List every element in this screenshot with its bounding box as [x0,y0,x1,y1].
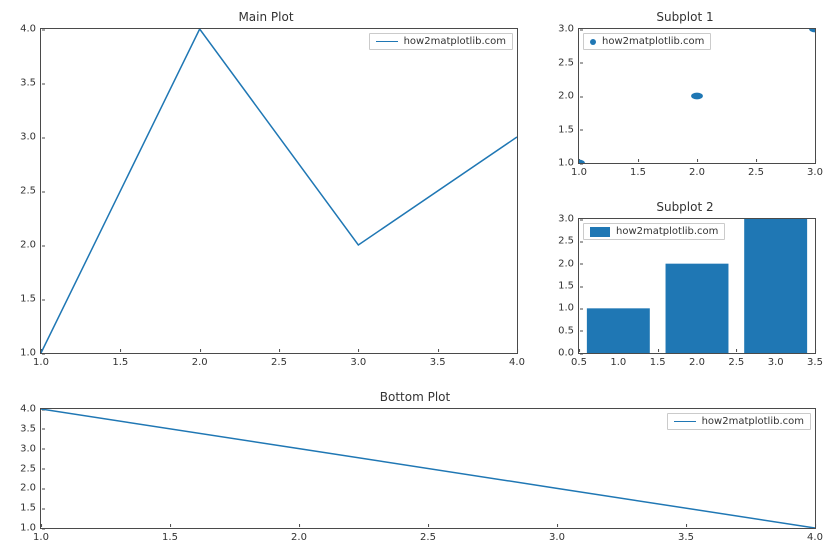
x-tick: 2.0 [689,163,705,178]
y-tick: 3.0 [558,214,579,225]
y-tick: 2.0 [558,91,579,102]
y-tick: 0.0 [558,348,579,359]
y-tick: 1.0 [20,523,41,534]
subplot2-area: how2matplotlib.com 0.51.01.52.02.53.03.5… [578,218,816,354]
y-tick: 3.0 [20,132,41,143]
subplot2-panel: Subplot 2 how2matplotlib.com 0.51.01.52.… [550,200,820,370]
x-tick: 3.5 [430,353,446,368]
x-tick: 2.5 [271,353,287,368]
x-tick: 3.0 [768,353,784,368]
x-tick: 2.5 [728,353,744,368]
x-tick: 2.0 [291,528,307,543]
x-tick: 1.5 [650,353,666,368]
y-tick: 1.0 [558,303,579,314]
bottom-plot-panel: Bottom Plot how2matplotlib.com 1.01.52.0… [10,390,820,545]
subplot1-panel: Subplot 1 how2matplotlib.com 1.01.52.02.… [550,10,820,180]
bottom-plot-title: Bottom Plot [10,390,820,404]
x-tick: 1.0 [610,353,626,368]
y-tick: 3.0 [20,443,41,454]
x-tick: 3.5 [807,353,823,368]
x-tick: 1.5 [112,353,128,368]
y-tick: 0.5 [558,325,579,336]
y-tick: 3.0 [558,24,579,35]
y-tick: 2.5 [558,236,579,247]
x-tick: 2.0 [689,353,705,368]
y-tick: 2.5 [558,57,579,68]
y-tick: 1.5 [20,503,41,514]
line-series [41,29,517,353]
scatter-series [579,29,815,163]
x-tick: 1.5 [630,163,646,178]
x-tick: 3.0 [350,353,366,368]
y-tick: 1.5 [558,281,579,292]
subplot2-title: Subplot 2 [550,200,820,214]
y-tick: 2.5 [20,186,41,197]
x-tick: 4.0 [509,353,525,368]
y-tick: 3.5 [20,423,41,434]
y-tick: 1.5 [20,294,41,305]
x-tick: 2.0 [192,353,208,368]
y-tick: 2.0 [558,258,579,269]
x-tick: 2.5 [420,528,436,543]
main-plot-panel: Main Plot how2matplotlib.com 1.01.52.02.… [10,10,522,370]
x-tick: 3.0 [807,163,823,178]
y-tick: 1.5 [558,124,579,135]
x-tick: 1.5 [162,528,178,543]
x-tick: 4.0 [807,528,823,543]
line-series [41,409,815,528]
x-tick: 3.5 [678,528,694,543]
main-plot-area: how2matplotlib.com 1.01.52.02.53.03.54.0… [40,28,518,354]
y-tick: 1.0 [558,158,579,169]
subplot1-area: how2matplotlib.com 1.01.52.02.53.01.01.5… [578,28,816,164]
y-tick: 2.0 [20,483,41,494]
y-tick: 4.0 [20,24,41,35]
bottom-plot-area: how2matplotlib.com 1.01.52.02.53.03.54.0… [40,408,816,529]
y-tick: 2.0 [20,240,41,251]
x-tick: 2.5 [748,163,764,178]
y-tick: 3.5 [20,78,41,89]
y-tick: 1.0 [20,348,41,359]
x-tick: 3.0 [549,528,565,543]
bar-series [579,219,815,353]
main-plot-title: Main Plot [10,10,522,24]
y-tick: 2.5 [20,463,41,474]
subplot1-title: Subplot 1 [550,10,820,24]
chart-grid: Main Plot how2matplotlib.com 1.01.52.02.… [10,10,830,550]
y-tick: 4.0 [20,404,41,415]
